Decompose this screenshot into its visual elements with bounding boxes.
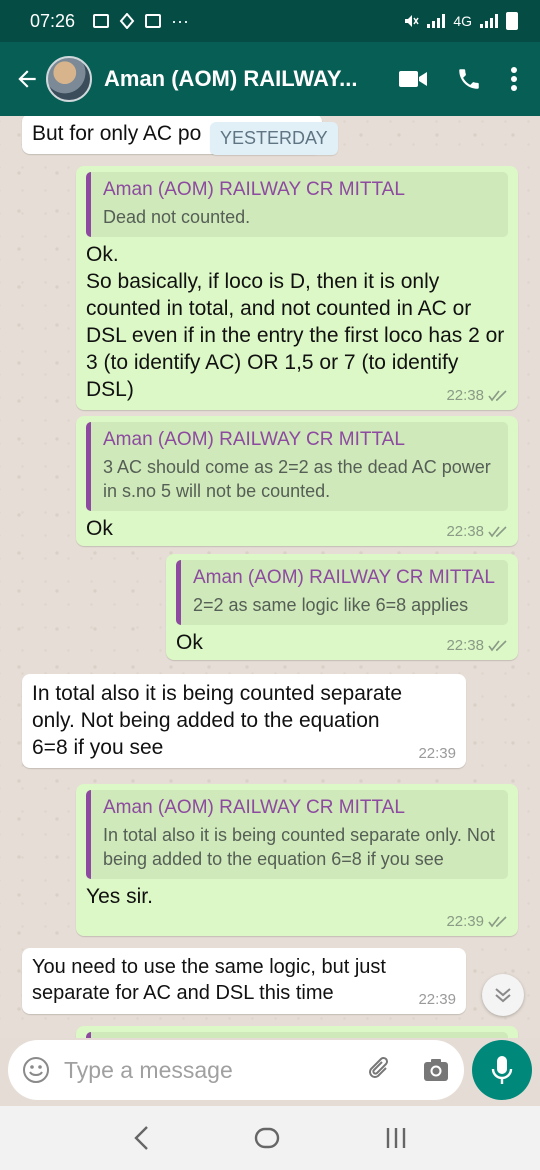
battery-icon [506, 12, 518, 30]
status-time: 07:26 [30, 10, 76, 31]
quoted-message[interactable]: Aman (AOM) RAILWAY CR MITTAL 2=2 as same… [176, 560, 508, 625]
chat-area[interactable]: But for only AC po YESTERDAY Aman (AOM) … [0, 116, 540, 1038]
message-meta: 22:39 [446, 913, 508, 930]
message-bubble-incoming[interactable]: In total also it is being counted separa… [22, 674, 466, 768]
quoted-message[interactable]: Aman (AOM) RAILWAY CR MITTAL 3 AC should… [86, 422, 508, 511]
camera-icon[interactable] [422, 1057, 450, 1083]
message-time: 22:38 [446, 523, 484, 540]
app-notification-icon [119, 13, 135, 29]
mute-icon [405, 15, 419, 27]
message-text: Ok. So basically, if loco is D, then it … [86, 243, 505, 401]
quoted-sender: Aman (AOM) RAILWAY CR MITTAL [103, 179, 405, 200]
message-bubble-outgoing[interactable]: Aman (AOM) RAILWAY CR MITTAL 3 AC should… [76, 416, 518, 546]
message-time: 22:39 [418, 991, 456, 1008]
gallery-notification-icon [93, 14, 110, 28]
message-meta: 22:38 [446, 637, 508, 654]
avatar[interactable] [46, 56, 92, 102]
message-text: Yes sir. [86, 885, 153, 908]
message-time: 22:39 [418, 745, 456, 762]
nav-back-icon[interactable] [133, 1125, 149, 1151]
quoted-text: In total also it is being counted separa… [103, 825, 495, 869]
chat-header: Aman (AOM) RAILWAY... [0, 42, 540, 116]
message-bubble-outgoing[interactable]: Aman (AOM) RAILWAY CR MITTAL In total al… [76, 784, 518, 936]
message-time: 22:38 [446, 637, 484, 654]
status-bar: 07:26 ··· 4G [0, 0, 540, 42]
system-nav-bar [0, 1106, 540, 1170]
input-actions [366, 1056, 450, 1084]
message-input-container[interactable]: Type a message [8, 1040, 464, 1100]
message-bubble-outgoing[interactable]: Aman (AOM) RAILWAY CR MITTAL Dead not co… [76, 166, 518, 410]
more-vert-icon[interactable] [510, 66, 518, 92]
message-text: You need to use the same logic, but just… [32, 956, 386, 1004]
quoted-text: 2=2 as same logic like 6=8 applies [193, 595, 469, 615]
back-arrow-icon[interactable] [10, 62, 44, 96]
message-time: 22:39 [446, 913, 484, 930]
scroll-down-button[interactable] [482, 974, 524, 1016]
quoted-text: 3 AC should come as 2=2 as the dead AC p… [103, 457, 491, 501]
more-notifications-icon: ··· [171, 10, 190, 31]
status-notification-icons: ··· [93, 11, 189, 32]
message-input[interactable]: Type a message [64, 1057, 233, 1084]
nav-home-icon[interactable] [254, 1125, 280, 1151]
mic-button[interactable] [472, 1040, 532, 1100]
double-tick-icon [488, 915, 507, 927]
quoted-message[interactable]: Aman (AOM) RAILWAY CR MITTAL In total al… [86, 790, 508, 879]
quoted-text: Dead not counted. [103, 207, 251, 227]
message-meta: 22:39 [418, 991, 456, 1008]
video-call-icon[interactable] [398, 68, 428, 90]
message-text: Ok [86, 517, 113, 540]
double-tick-icon [488, 389, 507, 401]
message-meta: 22:38 [446, 387, 508, 404]
quoted-sender: Aman (AOM) RAILWAY CR MITTAL [103, 429, 405, 450]
status-system-icons: 4G [403, 12, 518, 30]
message-time: 22:38 [446, 387, 484, 404]
scroll-down-icon [495, 988, 511, 1003]
quoted-sender: Aman (AOM) RAILWAY CR MITTAL [103, 797, 405, 818]
phone-icon[interactable] [456, 66, 482, 92]
message-text: In total also it is being counted separa… [32, 682, 403, 759]
compose-bar: Type a message [0, 1038, 540, 1106]
attach-icon[interactable] [366, 1056, 394, 1084]
linkedin-notification-icon [145, 14, 162, 28]
message-bubble-incoming[interactable]: You need to use the same logic, but just… [22, 948, 466, 1014]
message-meta: 22:39 [418, 745, 456, 762]
double-tick-icon [488, 525, 507, 537]
message-bubble-partial[interactable] [76, 1026, 518, 1038]
header-actions [398, 66, 518, 92]
quoted-message[interactable]: Aman (AOM) RAILWAY CR MITTAL Dead not co… [86, 172, 508, 237]
double-tick-icon [488, 639, 507, 651]
message-bubble-outgoing[interactable]: Aman (AOM) RAILWAY CR MITTAL 2=2 as same… [166, 554, 518, 660]
signal-icon [427, 14, 446, 28]
nav-recents-icon[interactable] [385, 1126, 407, 1150]
mic-icon [491, 1056, 513, 1084]
signal-2-icon [480, 14, 498, 28]
network-type: 4G [453, 13, 472, 29]
contact-name[interactable]: Aman (AOM) RAILWAY... [104, 66, 357, 92]
message-meta: 22:38 [446, 523, 508, 540]
emoji-icon[interactable] [22, 1056, 50, 1084]
quoted-sender: Aman (AOM) RAILWAY CR MITTAL [193, 567, 495, 588]
date-chip: YESTERDAY [210, 122, 338, 155]
